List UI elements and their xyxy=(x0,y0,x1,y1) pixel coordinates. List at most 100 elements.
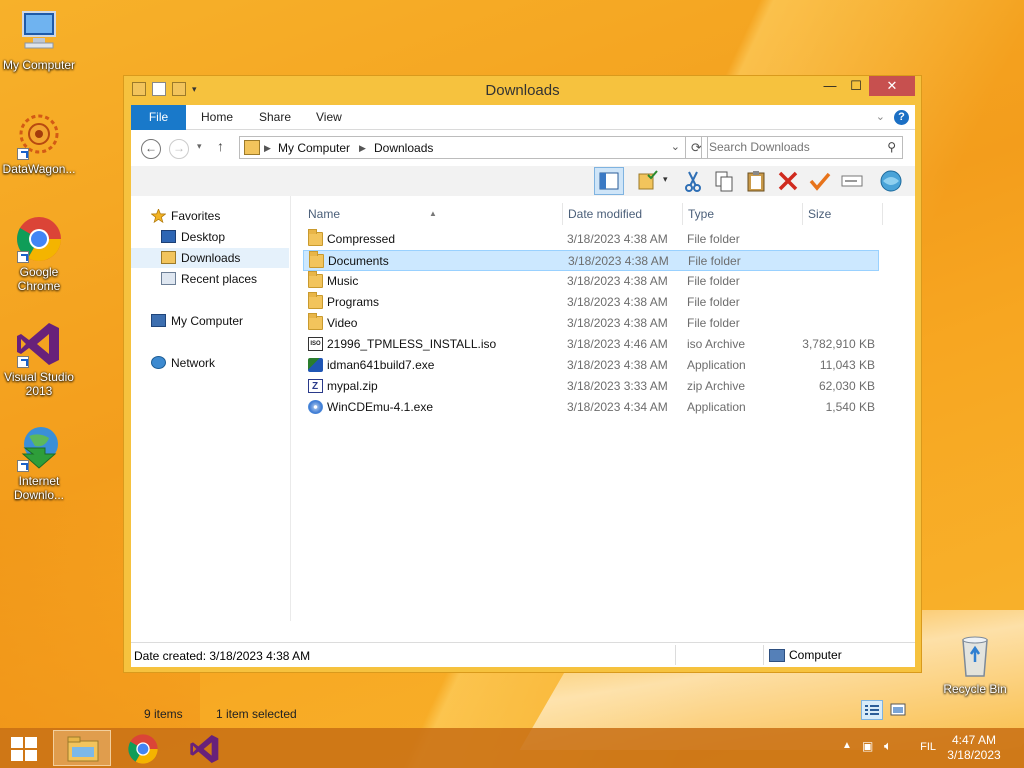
search-icon[interactable]: ⚲ xyxy=(887,140,896,154)
nav-favorites[interactable]: Favorites xyxy=(150,206,220,226)
file-date-modified: 3/18/2023 4:38 AM xyxy=(567,358,668,372)
computer-icon xyxy=(151,314,166,328)
file-row[interactable]: WinCDEmu-4.1.exe 3/18/2023 4:34 AM Applica… xyxy=(303,397,879,418)
tab-view[interactable]: View xyxy=(302,105,356,130)
column-header-name[interactable]: Name ▲ xyxy=(303,203,563,225)
file-name: idman641build7.exe xyxy=(327,358,435,372)
delete-icon[interactable] xyxy=(776,169,800,193)
back-button[interactable]: ← xyxy=(141,139,161,159)
up-button[interactable]: ↑ xyxy=(217,138,224,154)
desktop-icon-label: Internet Downlo... xyxy=(13,474,65,502)
tab-home[interactable]: Home xyxy=(187,105,247,130)
recycle-bin-icon xyxy=(951,632,999,680)
taskbar-chrome[interactable] xyxy=(114,730,172,766)
file-row[interactable]: ISO 21996_TPMLESS_INSTALL.iso 3/18/2023 4:… xyxy=(303,334,879,355)
nav-network[interactable]: Network xyxy=(151,353,215,373)
close-button[interactable]: ✕ xyxy=(869,76,915,96)
details-view-button[interactable] xyxy=(861,700,883,720)
chevron-down-icon[interactable]: ▾ xyxy=(663,174,668,185)
breadcrumb-separator-icon[interactable]: ▶ xyxy=(359,143,366,154)
file-type: File folder xyxy=(687,274,740,288)
shortcut-arrow-icon xyxy=(17,251,29,263)
forward-button[interactable]: → xyxy=(169,139,189,159)
cd-exe-icon xyxy=(308,400,323,414)
large-icons-view-button[interactable] xyxy=(887,700,909,720)
maximize-button[interactable]: ☐ xyxy=(843,76,869,96)
breadcrumb-separator-icon[interactable]: ▶ xyxy=(264,143,271,154)
expand-ribbon-icon[interactable]: ⌄ xyxy=(876,110,885,123)
desktop-icon-label: Google Chrome xyxy=(17,265,61,293)
clock-date: 3/18/2023 xyxy=(947,748,1001,762)
file-row[interactable]: Video 3/18/2023 4:38 AM File folder xyxy=(303,313,879,334)
recent-locations-dropdown[interactable]: ▾ xyxy=(197,141,202,152)
breadcrumb-downloads[interactable]: Downloads xyxy=(374,141,433,155)
content-area: Favorites Desktop Downloads Recent place… xyxy=(131,196,915,721)
nav-desktop[interactable]: Desktop xyxy=(161,227,225,247)
nav-downloads[interactable]: Downloads xyxy=(131,248,289,268)
tab-file[interactable]: File xyxy=(131,105,186,130)
help-icon[interactable]: ? xyxy=(894,110,909,125)
computer-icon xyxy=(15,8,63,56)
file-row[interactable]: Music 3/18/2023 4:38 AM File folder xyxy=(303,271,879,292)
nav-recent-places[interactable]: Recent places xyxy=(161,269,257,289)
breadcrumb-my-computer[interactable]: My Computer xyxy=(278,141,350,155)
view-switcher xyxy=(861,700,909,720)
column-header-date-modified[interactable]: Date modified xyxy=(563,203,683,225)
preview-pane-button[interactable] xyxy=(594,167,624,195)
command-toolbar: ▾ xyxy=(131,166,915,196)
chrome-icon xyxy=(128,734,158,764)
input-language[interactable]: FIL xyxy=(920,741,936,753)
desktop-icon-my-computer[interactable]: My Computer xyxy=(0,8,78,72)
search-box[interactable]: ⚲ xyxy=(701,136,903,159)
desktop-icon-recycle-bin[interactable]: Recycle Bin xyxy=(936,632,1014,696)
start-button[interactable] xyxy=(11,737,37,761)
file-date-modified: 3/18/2023 3:33 AM xyxy=(567,379,668,393)
column-header-label: Size xyxy=(808,207,832,221)
folder-icon xyxy=(308,229,323,246)
clock[interactable]: 4:47 AM 3/18/2023 xyxy=(944,733,1004,763)
column-header-label: Name xyxy=(308,207,341,221)
file-size: 1,540 KB xyxy=(825,400,875,414)
volume-icon[interactable]: 🔈︎ xyxy=(884,738,892,754)
file-row[interactable]: Compressed 3/18/2023 4:38 AM File folder xyxy=(303,229,879,250)
file-type: zip Archive xyxy=(687,379,746,393)
nav-my-computer[interactable]: My Computer xyxy=(151,311,243,331)
datawagon-logo-icon xyxy=(15,112,63,160)
file-row[interactable]: idman641build7.exe 3/18/2023 4:38 AM Appli… xyxy=(303,355,879,376)
tab-share[interactable]: Share xyxy=(245,105,305,130)
file-name: Programs xyxy=(327,295,380,309)
file-size: 62,030 KB xyxy=(818,379,875,393)
file-type: Application xyxy=(687,358,746,372)
shell-globe-icon[interactable] xyxy=(879,169,903,193)
column-header-size[interactable]: Size xyxy=(803,203,883,225)
file-date-modified: 3/18/2023 4:38 AM xyxy=(567,295,668,309)
file-date-modified: 3/18/2023 4:38 AM xyxy=(567,316,668,330)
taskbar-file-explorer[interactable] xyxy=(53,730,111,766)
search-input[interactable] xyxy=(709,137,879,157)
select-folder-icon[interactable] xyxy=(636,169,660,193)
desktop-icon-visual-studio[interactable]: Visual Studio 2013 xyxy=(0,320,78,398)
desktop-icon-google-chrome[interactable]: Google Chrome xyxy=(0,215,78,293)
column-header-type[interactable]: Type xyxy=(683,203,803,225)
desktop-icon-datawagon[interactable]: DataWagon... xyxy=(0,112,78,176)
paste-icon[interactable] xyxy=(744,169,768,193)
address-input[interactable]: ▶ My Computer ▶ Downloads ⌄ xyxy=(239,136,686,159)
explorer-window[interactable]: ▾ Downloads — ☐ ✕ File Home Share View ⌄… xyxy=(123,75,922,721)
cut-icon[interactable] xyxy=(681,169,705,193)
file-name: mypal.zip xyxy=(327,379,378,393)
address-dropdown-icon[interactable]: ⌄ xyxy=(671,140,680,153)
minimize-button[interactable]: — xyxy=(817,76,843,96)
network-status-icon[interactable]: ▣ xyxy=(862,739,873,753)
title-bar[interactable]: ▾ Downloads — ☐ ✕ xyxy=(124,76,921,105)
desktop-icon-internet-download-manager[interactable]: Internet Downlo... xyxy=(0,424,78,502)
taskbar-visual-studio[interactable] xyxy=(176,730,234,766)
rename-check-icon[interactable] xyxy=(808,169,832,193)
window-controls: — ☐ ✕ xyxy=(817,76,915,96)
copy-icon[interactable] xyxy=(712,169,736,193)
file-row[interactable]: Documents 3/18/2023 4:38 AM File folder xyxy=(303,250,879,271)
file-row[interactable]: mypal.zip 3/18/2023 3:33 AM zip Archive 62,… xyxy=(303,376,879,397)
rename-field-icon[interactable] xyxy=(840,169,864,193)
show-hidden-icons-icon[interactable]: ▲ xyxy=(842,740,852,751)
file-type: File folder xyxy=(687,316,740,330)
file-row[interactable]: Programs 3/18/2023 4:38 AM File folder xyxy=(303,292,879,313)
